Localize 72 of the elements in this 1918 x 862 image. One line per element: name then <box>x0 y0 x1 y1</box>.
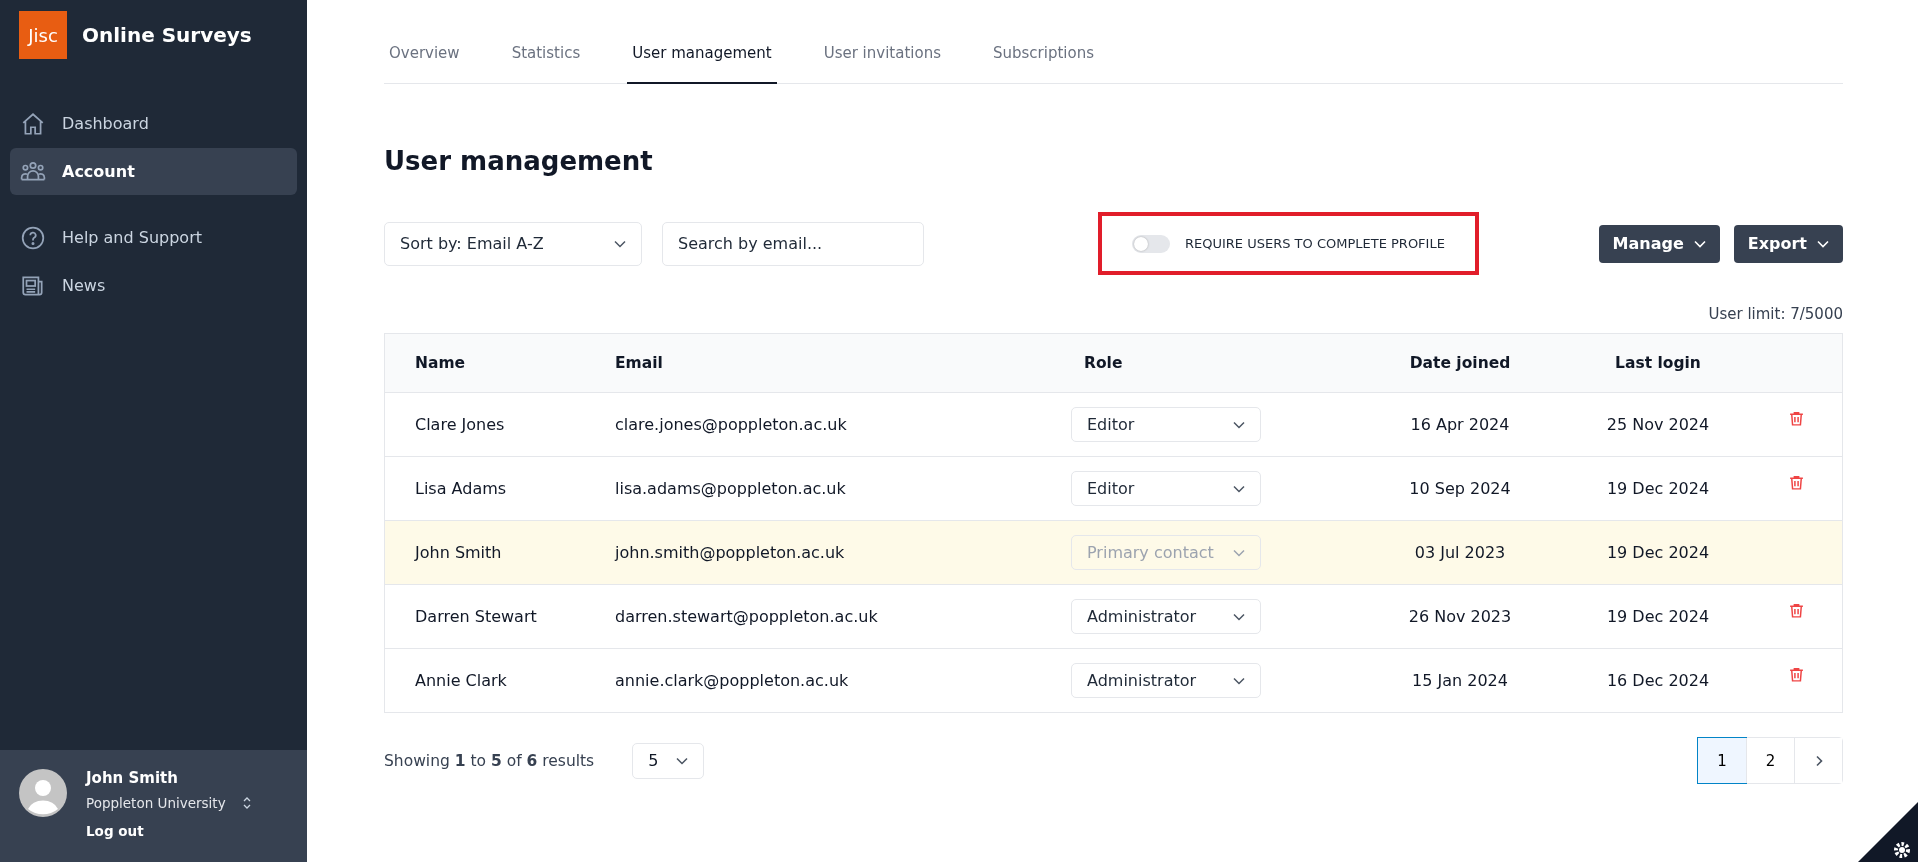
table-cell-text: 15 Jan 2024 <box>1411 671 1509 690</box>
table-cell-text: Darren Stewart <box>414 607 538 626</box>
chevron-up-down-icon[interactable] <box>241 795 252 811</box>
chevron-down-icon <box>1233 484 1245 493</box>
table-cell-text: 19 Dec 2024 <box>1605 607 1711 626</box>
nav-item[interactable]: Help and Support <box>10 214 297 261</box>
table-cell-text: Annie Clark <box>414 671 508 690</box>
chevron-down-icon <box>676 756 689 765</box>
settings-corner-icon[interactable] <box>1858 802 1918 862</box>
chevron-down-icon <box>1693 239 1706 248</box>
table-cell-text: darren.stewart@poppleton.ac.uk <box>615 607 879 626</box>
avatar-icon <box>19 769 67 817</box>
chevron-down-icon <box>1233 612 1245 621</box>
results-summary: Showing 1 to 5 of 6 results <box>384 751 595 770</box>
role-dropdown[interactable]: Administrator <box>1071 599 1261 634</box>
chevron-down-icon <box>1233 420 1245 429</box>
chevron-down-icon <box>1817 239 1829 248</box>
sort-dropdown[interactable]: Sort by: Email A-Z <box>384 221 642 266</box>
trash-icon[interactable] <box>1788 602 1805 619</box>
chevron-right-icon <box>1814 754 1823 767</box>
table-cell-text: 26 Nov 2023 <box>1407 607 1513 626</box>
app-name: Online Surveys <box>82 23 252 47</box>
user-limit: User limit: 7/5000 <box>1708 305 1843 323</box>
table-cell-text: Lisa Adams <box>414 479 508 498</box>
role-dropdown[interactable]: Editor <box>1071 407 1261 442</box>
tab[interactable]: User invitations <box>818 30 946 84</box>
logo[interactable]: Jisc <box>19 11 67 59</box>
table-cell-text: annie.clark@poppleton.ac.uk <box>615 671 850 690</box>
trash-icon[interactable] <box>1788 474 1805 491</box>
table-cell-text: 16 Apr 2024 <box>1409 415 1511 434</box>
table-cell-text: 03 Jul 2023 <box>1413 543 1507 562</box>
table-cell-text: 16 Dec 2024 <box>1605 671 1711 690</box>
table-cell-text: lisa.adams@poppleton.ac.uk <box>615 479 847 498</box>
table-cell-text: john.smith@poppleton.ac.uk <box>615 543 846 562</box>
help-icon <box>20 224 46 251</box>
tab[interactable]: Subscriptions <box>987 30 1099 84</box>
logout-link[interactable]: Log out <box>86 823 252 839</box>
table-cell-text: John Smith <box>413 543 503 562</box>
chevron-down-icon <box>1233 676 1245 685</box>
search-field[interactable]: Search by email... <box>662 221 924 266</box>
toggle-label: REQUIRE USERS TO COMPLETE PROFILE <box>1185 236 1445 251</box>
column-header: Name <box>414 354 467 372</box>
chevron-down-icon <box>614 239 626 248</box>
column-header: Date joined <box>1408 354 1512 372</box>
nav-item[interactable]: News <box>10 262 297 309</box>
table-cell-text: Clare Jones <box>414 415 506 434</box>
role-dropdown[interactable]: Editor <box>1071 471 1261 506</box>
column-header: Email <box>615 354 664 372</box>
table-cell-text: 10 Sep 2024 <box>1408 479 1512 498</box>
user-name: John Smith <box>86 769 179 787</box>
table-cell-text: 19 Dec 2024 <box>1605 479 1711 498</box>
table-cell-text: clare.jones@poppleton.ac.uk <box>615 415 848 434</box>
column-header: Last login <box>1614 354 1702 372</box>
trash-icon[interactable] <box>1788 410 1805 427</box>
tab[interactable]: Statistics <box>506 30 586 84</box>
page-button[interactable]: 1 <box>1698 738 1746 783</box>
role-dropdown[interactable]: Administrator <box>1071 663 1261 698</box>
page-size-dropdown[interactable]: 5 <box>632 742 705 779</box>
table-cell-text: 25 Nov 2024 <box>1605 415 1711 434</box>
page-heading: User management <box>384 146 654 176</box>
tab[interactable]: Overview <box>384 30 465 84</box>
nav-item[interactable]: Dashboard <box>10 100 297 147</box>
menu-button[interactable]: Manage <box>1598 224 1720 263</box>
organisation-name: Poppleton University <box>86 795 226 811</box>
menu-button[interactable]: Export <box>1733 224 1843 263</box>
column-header: Role <box>1083 354 1124 372</box>
nav-item[interactable]: Account <box>10 148 297 195</box>
chevron-down-icon <box>1233 548 1245 557</box>
trash-icon[interactable] <box>1788 666 1805 683</box>
tab[interactable]: User management <box>627 30 777 84</box>
table-cell-text: 19 Dec 2024 <box>1605 543 1711 562</box>
toggle-switch[interactable] <box>1132 234 1170 253</box>
